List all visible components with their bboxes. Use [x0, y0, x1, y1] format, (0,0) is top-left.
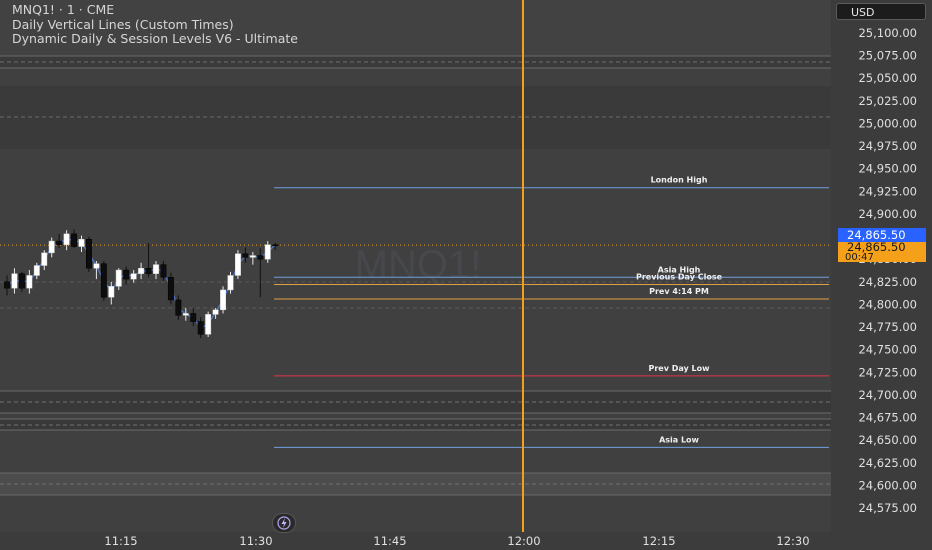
- time-tick-label: 12:30: [776, 534, 809, 548]
- candle-body: [86, 239, 92, 269]
- candle-body: [11, 273, 18, 289]
- candle-body: [130, 273, 137, 280]
- level-label: Prev 4:14 PM: [649, 287, 709, 296]
- price-tick-label: 24,650.00: [858, 433, 917, 447]
- chart-legend: MNQ1! · 1 · CME Daily Vertical Lines (Cu…: [12, 2, 298, 47]
- lightning-icon[interactable]: [272, 513, 296, 533]
- candle-body: [257, 255, 264, 260]
- moving-average-line: [6, 238, 276, 329]
- time-tick-label: 12:00: [507, 534, 540, 548]
- candle-body: [182, 313, 189, 316]
- candle-body: [56, 240, 63, 245]
- price-tick-label: 25,025.00: [858, 94, 917, 108]
- symbol-watermark: MNQ1!: [355, 243, 482, 287]
- price-tick-label: 24,975.00: [858, 139, 917, 153]
- candle-body: [100, 263, 107, 298]
- price-tick-label: 24,725.00: [858, 365, 917, 379]
- candle-body: [167, 277, 174, 301]
- candle-body: [26, 275, 33, 289]
- candle-body: [212, 309, 219, 315]
- time-tick-label: 11:45: [373, 534, 406, 548]
- price-tick-label: 25,075.00: [858, 49, 917, 63]
- candle-body: [93, 263, 100, 269]
- price-tick-label: 25,050.00: [858, 71, 917, 85]
- candle-body: [4, 281, 10, 289]
- countdown-timer: 00:47: [845, 252, 874, 263]
- candle-body: [33, 265, 40, 276]
- price-tick-label: 24,925.00: [858, 184, 917, 198]
- candle-body: [205, 314, 212, 335]
- level-label: London High: [651, 176, 708, 185]
- candle-body: [264, 244, 271, 260]
- candle-body: [123, 269, 130, 280]
- currency-button[interactable]: USD: [836, 3, 926, 20]
- level-label: Prev Day Low: [648, 364, 710, 373]
- candle-body: [227, 275, 234, 291]
- level-label: Asia Low: [659, 435, 699, 444]
- candle-body: [138, 267, 145, 274]
- candle-body: [48, 240, 55, 254]
- candle-body: [108, 286, 115, 298]
- price-chart[interactable]: MNQ1! London HighAsia HighPrevious Day C…: [0, 0, 932, 550]
- price-tick-label: 24,600.00: [858, 478, 917, 492]
- candle-body: [175, 299, 182, 316]
- price-tick-label: 24,750.00: [858, 343, 917, 357]
- candle-body: [71, 233, 77, 247]
- candle-body: [63, 233, 70, 245]
- price-tick-label: 25,000.00: [858, 116, 917, 130]
- candle-body: [197, 321, 204, 335]
- candle-body: [235, 253, 241, 276]
- candle-body: [78, 239, 85, 247]
- price-tick-label: 24,675.00: [858, 411, 917, 425]
- price-tick-label: 24,775.00: [858, 320, 917, 334]
- candle-body: [220, 289, 227, 311]
- price-tick-label: 24,575.00: [858, 501, 917, 515]
- candle-body: [41, 252, 48, 266]
- price-axis[interactable]: 25,100.00 25,075.00 25,050.00 25,025.00 25,0…: [831, 0, 932, 532]
- time-axis[interactable]: 11:15 11:30 11:45 12:00 12:15 12:30: [0, 532, 932, 550]
- candle-body: [272, 244, 279, 246]
- indicator-daily-vertical-lines[interactable]: Daily Vertical Lines (Custom Times): [12, 17, 298, 33]
- time-tick-label: 11:30: [239, 534, 272, 548]
- price-tick-label: 25,100.00: [858, 26, 917, 40]
- candle-body: [153, 264, 159, 274]
- candle-body: [242, 253, 249, 258]
- candle-body: [190, 313, 197, 322]
- candle-body: [18, 273, 25, 289]
- price-tick-label: 24,825.00: [858, 275, 917, 289]
- price-tick-label: 24,700.00: [858, 388, 917, 402]
- level-label: Previous Day Close: [636, 273, 723, 282]
- price-tick-label: 24,900.00: [858, 207, 917, 221]
- indicator-session-levels[interactable]: Dynamic Daily & Session Levels V6 - Ulti…: [12, 31, 298, 47]
- time-tick-label: 11:15: [104, 534, 137, 548]
- candle-body: [249, 255, 256, 258]
- candle-body: [145, 267, 152, 274]
- time-tick-label: 12:15: [642, 534, 675, 548]
- price-tick-label: 24,950.00: [858, 162, 917, 176]
- price-tick-label: 24,800.00: [858, 297, 917, 311]
- price-tick-label: 24,625.00: [858, 456, 917, 470]
- candle-body: [115, 269, 122, 287]
- candle-body: [160, 264, 167, 278]
- symbol-title[interactable]: MNQ1! · 1 · CME: [12, 2, 298, 18]
